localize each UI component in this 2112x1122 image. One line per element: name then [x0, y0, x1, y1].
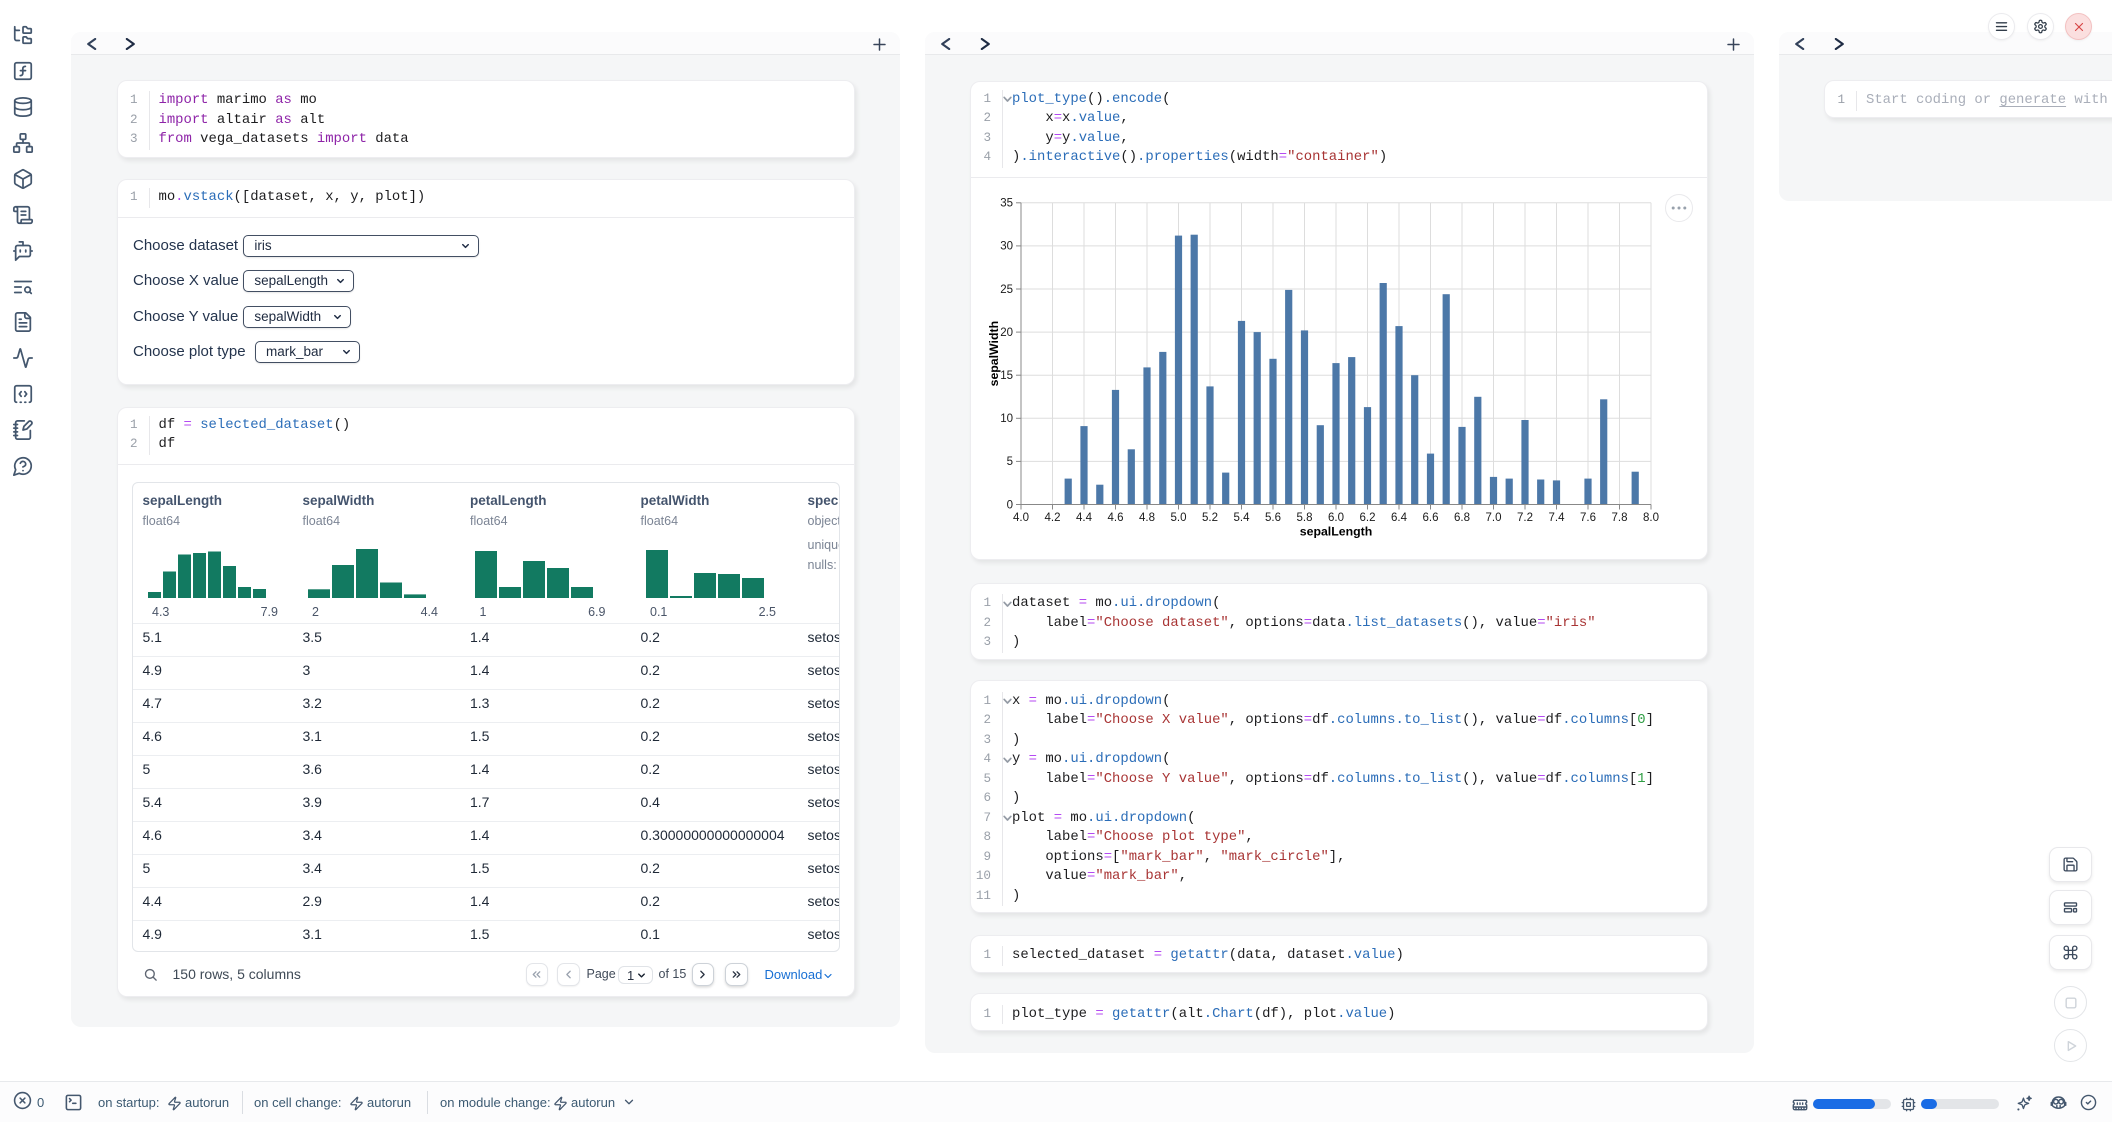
- svg-text:5: 5: [1007, 456, 1013, 468]
- svg-text:sepalLength: sepalLength: [1300, 525, 1372, 539]
- svg-text:5.2: 5.2: [1202, 512, 1218, 524]
- svg-text:4.4: 4.4: [1076, 512, 1093, 524]
- svg-text:6.4: 6.4: [1391, 512, 1408, 524]
- svg-text:4.0: 4.0: [1013, 512, 1029, 524]
- svg-text:15: 15: [1000, 370, 1013, 382]
- svg-text:7.4: 7.4: [1549, 512, 1566, 524]
- svg-text:30: 30: [1000, 241, 1013, 253]
- svg-text:0: 0: [1007, 500, 1013, 512]
- svg-text:5.6: 5.6: [1265, 512, 1281, 524]
- svg-text:35: 35: [1000, 198, 1013, 210]
- svg-text:5.0: 5.0: [1171, 512, 1187, 524]
- svg-text:8.0: 8.0: [1643, 512, 1659, 524]
- svg-text:7.0: 7.0: [1486, 512, 1502, 524]
- svg-text:6.0: 6.0: [1328, 512, 1344, 524]
- svg-text:5.4: 5.4: [1234, 512, 1251, 524]
- svg-text:4.6: 4.6: [1108, 512, 1124, 524]
- svg-text:5.8: 5.8: [1297, 512, 1313, 524]
- svg-text:6.6: 6.6: [1423, 512, 1439, 524]
- svg-text:7.6: 7.6: [1580, 512, 1596, 524]
- svg-text:7.8: 7.8: [1612, 512, 1628, 524]
- svg-text:sepalWidth: sepalWidth: [987, 321, 1001, 386]
- svg-text:7.2: 7.2: [1517, 512, 1533, 524]
- svg-text:25: 25: [1000, 284, 1013, 296]
- svg-text:20: 20: [1000, 327, 1013, 339]
- svg-text:4.2: 4.2: [1045, 512, 1061, 524]
- svg-text:6.8: 6.8: [1454, 512, 1470, 524]
- svg-text:4.8: 4.8: [1139, 512, 1155, 524]
- svg-text:10: 10: [1000, 413, 1013, 425]
- svg-text:6.2: 6.2: [1360, 512, 1376, 524]
